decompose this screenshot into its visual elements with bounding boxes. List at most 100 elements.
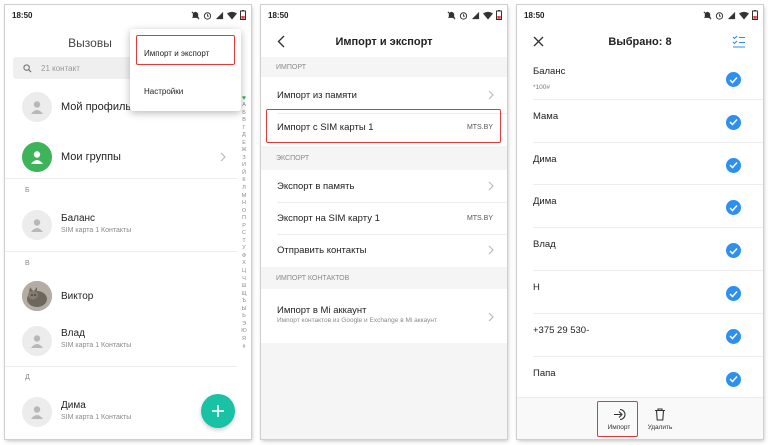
alphabet-letter[interactable]: Э	[242, 321, 246, 329]
contact-name: Баланс	[533, 66, 566, 77]
delete-button[interactable]: Удалить	[635, 398, 685, 439]
selected-contact-row[interactable]: Влад	[517, 228, 763, 271]
my-profile-label[interactable]: Мой профиль	[61, 101, 131, 113]
alphabet-letter[interactable]: Й	[242, 170, 246, 178]
export-to-memory-row[interactable]: Экспорт в память	[261, 170, 507, 202]
contact-name[interactable]: Дима	[61, 400, 86, 411]
mute-icon	[447, 11, 456, 19]
alphabet-letter[interactable]: Я	[242, 336, 246, 344]
checkmark-icon	[729, 162, 738, 169]
export-to-sim-row[interactable]: Экспорт на SIM карту 1 MTS.BY	[261, 202, 507, 234]
contact-name[interactable]: Виктор	[61, 291, 93, 302]
alphabet-letter[interactable]: И	[242, 162, 246, 170]
alphabet-letter[interactable]: Б	[242, 110, 246, 118]
alphabet-letter[interactable]: Д	[242, 132, 246, 140]
select-all-icon[interactable]	[732, 35, 746, 48]
alphabet-letter[interactable]: У	[242, 245, 245, 253]
checked-checkbox[interactable]	[726, 200, 741, 216]
my-groups-label[interactable]: Мои группы	[61, 151, 121, 163]
selected-contact-row[interactable]: +375 29 530-	[517, 314, 763, 357]
alphabet-letter[interactable]: М	[242, 193, 247, 201]
add-contact-button[interactable]	[201, 394, 235, 428]
chevron-right-icon	[220, 152, 226, 162]
contact-name[interactable]: Влад	[61, 328, 85, 339]
selected-contact-row[interactable]: Папа	[517, 357, 763, 400]
signal-icon	[215, 11, 224, 19]
alphabet-letter[interactable]: Ж	[242, 147, 247, 155]
contact-name[interactable]: Баланс	[61, 213, 95, 224]
selected-contact-row[interactable]: Баланс *100#	[517, 57, 763, 100]
send-contacts-row[interactable]: Отправить контакты	[261, 234, 507, 266]
alphabet-letter[interactable]: Н	[242, 200, 246, 208]
checked-checkbox[interactable]	[726, 114, 741, 130]
contact-name: +375 29 530-	[533, 324, 590, 336]
checked-checkbox[interactable]	[726, 371, 741, 387]
selected-contact-row[interactable]: Н	[517, 271, 763, 314]
checked-checkbox[interactable]	[726, 286, 741, 301]
alphabet-letter[interactable]: Е	[242, 140, 246, 148]
alphabet-letter[interactable]: Ф	[242, 253, 246, 261]
selected-contact-row[interactable]: Дима	[517, 185, 763, 229]
alphabet-letter[interactable]: О	[242, 208, 246, 216]
alphabet-letter[interactable]: П	[242, 215, 246, 223]
mute-icon	[703, 11, 712, 19]
row-label: Импорт из памяти	[277, 89, 357, 101]
sim-operator: MTS.BY	[466, 214, 493, 222]
import-from-memory-row[interactable]: Импорт из памяти	[261, 77, 507, 113]
alphabet-letter[interactable]: Л	[242, 185, 246, 193]
bottom-action-bar: Импорт Удалить	[517, 397, 763, 439]
section-header-export: ЭКСПОРТ	[261, 146, 507, 170]
checked-checkbox[interactable]	[726, 328, 741, 344]
alphabet-letter[interactable]: Х	[242, 260, 246, 268]
checked-checkbox[interactable]	[726, 72, 741, 87]
avatar-photo[interactable]	[22, 281, 52, 311]
alphabet-letter[interactable]: С	[242, 230, 246, 238]
alphabet-letter[interactable]: З	[242, 155, 245, 163]
chevron-right-icon	[488, 312, 494, 322]
avatar[interactable]	[22, 397, 52, 427]
selected-contact-row[interactable]: Мама	[517, 100, 763, 143]
alarm-icon	[203, 11, 212, 20]
groups-avatar[interactable]	[22, 142, 52, 172]
delete-label: Удалить	[647, 423, 673, 431]
alphabet-letter[interactable]: Ю	[241, 328, 246, 336]
alphabet-letter[interactable]: Ы	[242, 306, 247, 314]
alphabet-letter[interactable]: Ь	[242, 313, 246, 321]
cat-photo-icon	[22, 281, 52, 311]
alphabet-letter[interactable]: Г	[243, 125, 246, 133]
section-letter: В	[25, 260, 30, 267]
status-time: 18:50	[12, 10, 33, 20]
status-time: 18:50	[268, 10, 289, 20]
status-bar: 18:50	[261, 5, 507, 25]
divider	[5, 178, 237, 179]
highlight-box	[597, 401, 638, 437]
alphabet-letter[interactable]: #	[243, 344, 246, 352]
row-label: Отправить контакты	[277, 244, 367, 256]
alphabet-letter[interactable]: Ъ	[242, 298, 246, 306]
alphabet-letter[interactable]: Щ	[241, 291, 246, 299]
menu-item-settings[interactable]: Настройки	[144, 87, 183, 96]
avatar[interactable]	[22, 210, 52, 240]
avatar[interactable]	[22, 92, 52, 122]
battery-icon	[752, 10, 758, 20]
alphabet-letter[interactable]: К	[242, 177, 245, 185]
alphabet-letter[interactable]: Т	[242, 238, 245, 246]
alphabet-index[interactable]: ♥ А Б В Г Д Е Ж З И Й К Л М Н О П Р С Т У Ф Х Ц Ч Ш Щ Ъ Ы Ь Э Ю Я #	[239, 95, 249, 351]
row-label: Экспорт в память	[277, 180, 355, 192]
person-icon	[31, 406, 43, 419]
alphabet-letter[interactable]: Ш	[242, 283, 247, 291]
favorites-heart-icon[interactable]: ♥	[242, 95, 246, 102]
alphabet-letter[interactable]: Ц	[242, 268, 246, 276]
person-icon	[31, 101, 43, 114]
checked-checkbox[interactable]	[726, 243, 741, 259]
alphabet-letter[interactable]: А	[242, 102, 246, 110]
selected-contact-row[interactable]: Дима	[517, 143, 763, 186]
import-mi-account-row[interactable]: Импорт в Mi аккаунт Импорт контактов из …	[261, 289, 507, 341]
alphabet-letter[interactable]: В	[242, 117, 246, 125]
alphabet-letter[interactable]: Ч	[242, 276, 246, 284]
alphabet-letter[interactable]: Р	[242, 223, 246, 231]
person-icon	[31, 335, 43, 348]
alarm-icon	[715, 11, 724, 20]
checked-checkbox[interactable]	[726, 157, 741, 173]
avatar[interactable]	[22, 326, 52, 356]
